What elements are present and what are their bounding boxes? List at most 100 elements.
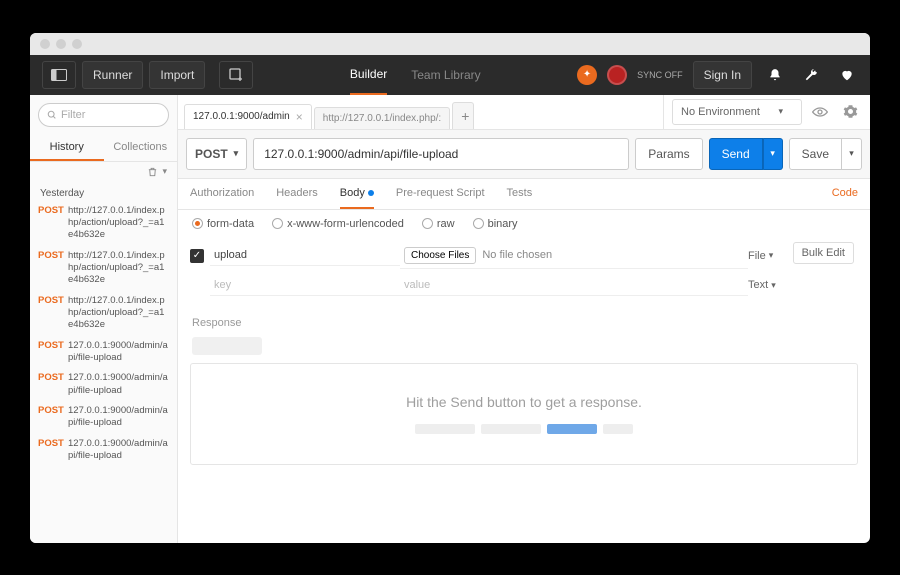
history-group-label: Yesterday: [30, 182, 177, 201]
url-input[interactable]: 127.0.0.1:9000/admin/api/file-upload: [253, 138, 629, 170]
subtab-body-label: Body: [340, 187, 365, 199]
request-tab-label: 127.0.0.1:9000/admin: [193, 111, 290, 122]
sidebar-tabs: History Collections: [30, 135, 177, 162]
history-url: 127.0.0.1:9000/admin/api/file-upload: [68, 340, 169, 365]
formdata-table: Bulk Edit ✓ upload Choose Files No file …: [178, 238, 870, 307]
http-method-select[interactable]: POST ▾: [186, 138, 247, 170]
response-body: Hit the Send button to get a response.: [190, 363, 858, 465]
bodytype-label: raw: [437, 218, 455, 230]
history-url: http://127.0.0.1/index.php/action/upload…: [68, 250, 169, 287]
subtab-tests[interactable]: Tests: [507, 179, 533, 209]
params-button[interactable]: Params: [635, 138, 702, 170]
kv-value-placeholder[interactable]: value: [400, 275, 748, 296]
history-item[interactable]: POST127.0.0.1:9000/admin/api/file-upload: [30, 368, 177, 401]
add-tab-button[interactable]: +: [452, 102, 474, 129]
import-button[interactable]: Import: [149, 61, 205, 89]
bodytype-label: binary: [488, 218, 518, 230]
request-subtabs: Authorization Headers Body Pre-request S…: [178, 179, 870, 210]
subtab-body[interactable]: Body: [340, 179, 374, 209]
chevron-down-icon: ▾: [770, 148, 775, 159]
environment-label: No Environment: [681, 106, 760, 118]
traffic-light-close[interactable]: [40, 39, 50, 49]
close-icon[interactable]: ×: [296, 110, 303, 124]
progress-segment: [415, 424, 475, 434]
save-dropdown-button[interactable]: ▾: [842, 138, 862, 170]
progress-segment: [603, 424, 633, 434]
bodytype-raw[interactable]: raw: [422, 218, 455, 230]
top-right-controls: ✦ SYNC OFF Sign In: [577, 61, 860, 89]
history-method: POST: [38, 340, 64, 365]
chevron-down-icon: ▾: [778, 106, 783, 117]
history-url: http://127.0.0.1/index.php/action/upload…: [68, 205, 169, 242]
traffic-light-zoom[interactable]: [72, 39, 82, 49]
history-method: POST: [38, 295, 64, 332]
gear-icon[interactable]: [838, 100, 862, 124]
history-method: POST: [38, 405, 64, 430]
bodytype-urlencoded[interactable]: x-www-form-urlencoded: [272, 218, 404, 230]
subtab-authorization[interactable]: Authorization: [190, 179, 254, 209]
kv-type-select[interactable]: Text▾: [748, 279, 808, 291]
kv-value-input[interactable]: Choose Files No file chosen: [400, 243, 748, 269]
history-method: POST: [38, 372, 64, 397]
request-tab[interactable]: http://127.0.0.1/index.php/:: [314, 107, 450, 129]
heart-icon[interactable]: [834, 62, 860, 88]
choose-files-button[interactable]: Choose Files: [404, 247, 476, 264]
history-url: 127.0.0.1:9000/admin/api/file-upload: [68, 372, 169, 397]
kv-key-placeholder[interactable]: key: [210, 275, 400, 296]
new-tab-button[interactable]: [219, 61, 253, 89]
bodytype-binary[interactable]: binary: [473, 218, 518, 230]
filter-input[interactable]: Filter: [38, 103, 169, 127]
environment-select[interactable]: No Environment ▾: [672, 99, 802, 125]
response-section-label: Response: [178, 307, 870, 335]
bodytype-formdata[interactable]: form-data: [192, 218, 254, 230]
code-link[interactable]: Code: [832, 179, 858, 209]
runner-button[interactable]: Runner: [82, 61, 143, 89]
app-toolbar: Runner Import Builder Team Library ✦ SYN…: [30, 55, 870, 95]
history-item[interactable]: POST127.0.0.1:9000/admin/api/file-upload: [30, 434, 177, 467]
kv-row: ✓ upload Choose Files No file chosen Fil…: [190, 240, 858, 272]
signin-button[interactable]: Sign In: [693, 61, 752, 89]
history-item[interactable]: POSThttp://127.0.0.1/index.php/action/up…: [30, 291, 177, 336]
request-tab[interactable]: 127.0.0.1:9000/admin ×: [184, 104, 312, 129]
history-item[interactable]: POST127.0.0.1:9000/admin/api/file-upload: [30, 401, 177, 434]
tab-builder[interactable]: Builder: [350, 55, 387, 95]
sidebar: Filter History Collections ▾ Yesterday P…: [30, 95, 178, 543]
sidebar-tab-collections[interactable]: Collections: [104, 135, 178, 161]
notifications-icon[interactable]: [762, 62, 788, 88]
response-hint: Hit the Send button to get a response.: [406, 394, 642, 410]
settings-wrench-icon[interactable]: [798, 62, 824, 88]
bulk-edit-button[interactable]: Bulk Edit: [793, 242, 854, 264]
radio-icon: [272, 218, 283, 229]
tab-team-library[interactable]: Team Library: [411, 55, 480, 95]
request-tabs: 127.0.0.1:9000/admin × http://127.0.0.1/…: [178, 95, 663, 129]
save-button[interactable]: Save: [789, 138, 842, 170]
subtab-prerequest[interactable]: Pre-request Script: [396, 179, 485, 209]
history-url: 127.0.0.1:9000/admin/api/file-upload: [68, 405, 169, 430]
send-button[interactable]: Send: [709, 138, 763, 170]
history-item[interactable]: POSThttp://127.0.0.1/index.php/action/up…: [30, 246, 177, 291]
bodytype-label: form-data: [207, 218, 254, 230]
toggle-sidebar-button[interactable]: [42, 61, 76, 89]
request-line: POST ▾ 127.0.0.1:9000/admin/api/file-upl…: [178, 130, 870, 179]
body-type-row: form-data x-www-form-urlencoded raw bina…: [178, 210, 870, 238]
send-button-group: Send ▾: [709, 138, 783, 170]
workspace-top-row: 127.0.0.1:9000/admin × http://127.0.0.1/…: [178, 95, 870, 130]
trash-icon[interactable]: [147, 166, 158, 178]
sidebar-tab-history[interactable]: History: [30, 135, 104, 161]
subtab-headers[interactable]: Headers: [276, 179, 318, 209]
filter-placeholder: Filter: [61, 109, 85, 121]
kv-checkbox[interactable]: ✓: [190, 249, 210, 263]
trash-caret-icon[interactable]: ▾: [162, 166, 167, 178]
history-item[interactable]: POSThttp://127.0.0.1/index.php/action/up…: [30, 201, 177, 246]
progress-segment: [481, 424, 541, 434]
traffic-light-minimize[interactable]: [56, 39, 66, 49]
sync-icon[interactable]: ✦: [577, 65, 597, 85]
search-icon: [47, 110, 57, 120]
top-center-tabs: Builder Team Library: [253, 55, 577, 95]
kv-key-input[interactable]: upload: [210, 245, 400, 266]
history-item[interactable]: POST127.0.0.1:9000/admin/api/file-upload: [30, 336, 177, 369]
interceptor-icon[interactable]: [607, 65, 627, 85]
main-area: Filter History Collections ▾ Yesterday P…: [30, 95, 870, 543]
send-dropdown-button[interactable]: ▾: [763, 138, 783, 170]
quicklook-icon[interactable]: [808, 100, 832, 124]
